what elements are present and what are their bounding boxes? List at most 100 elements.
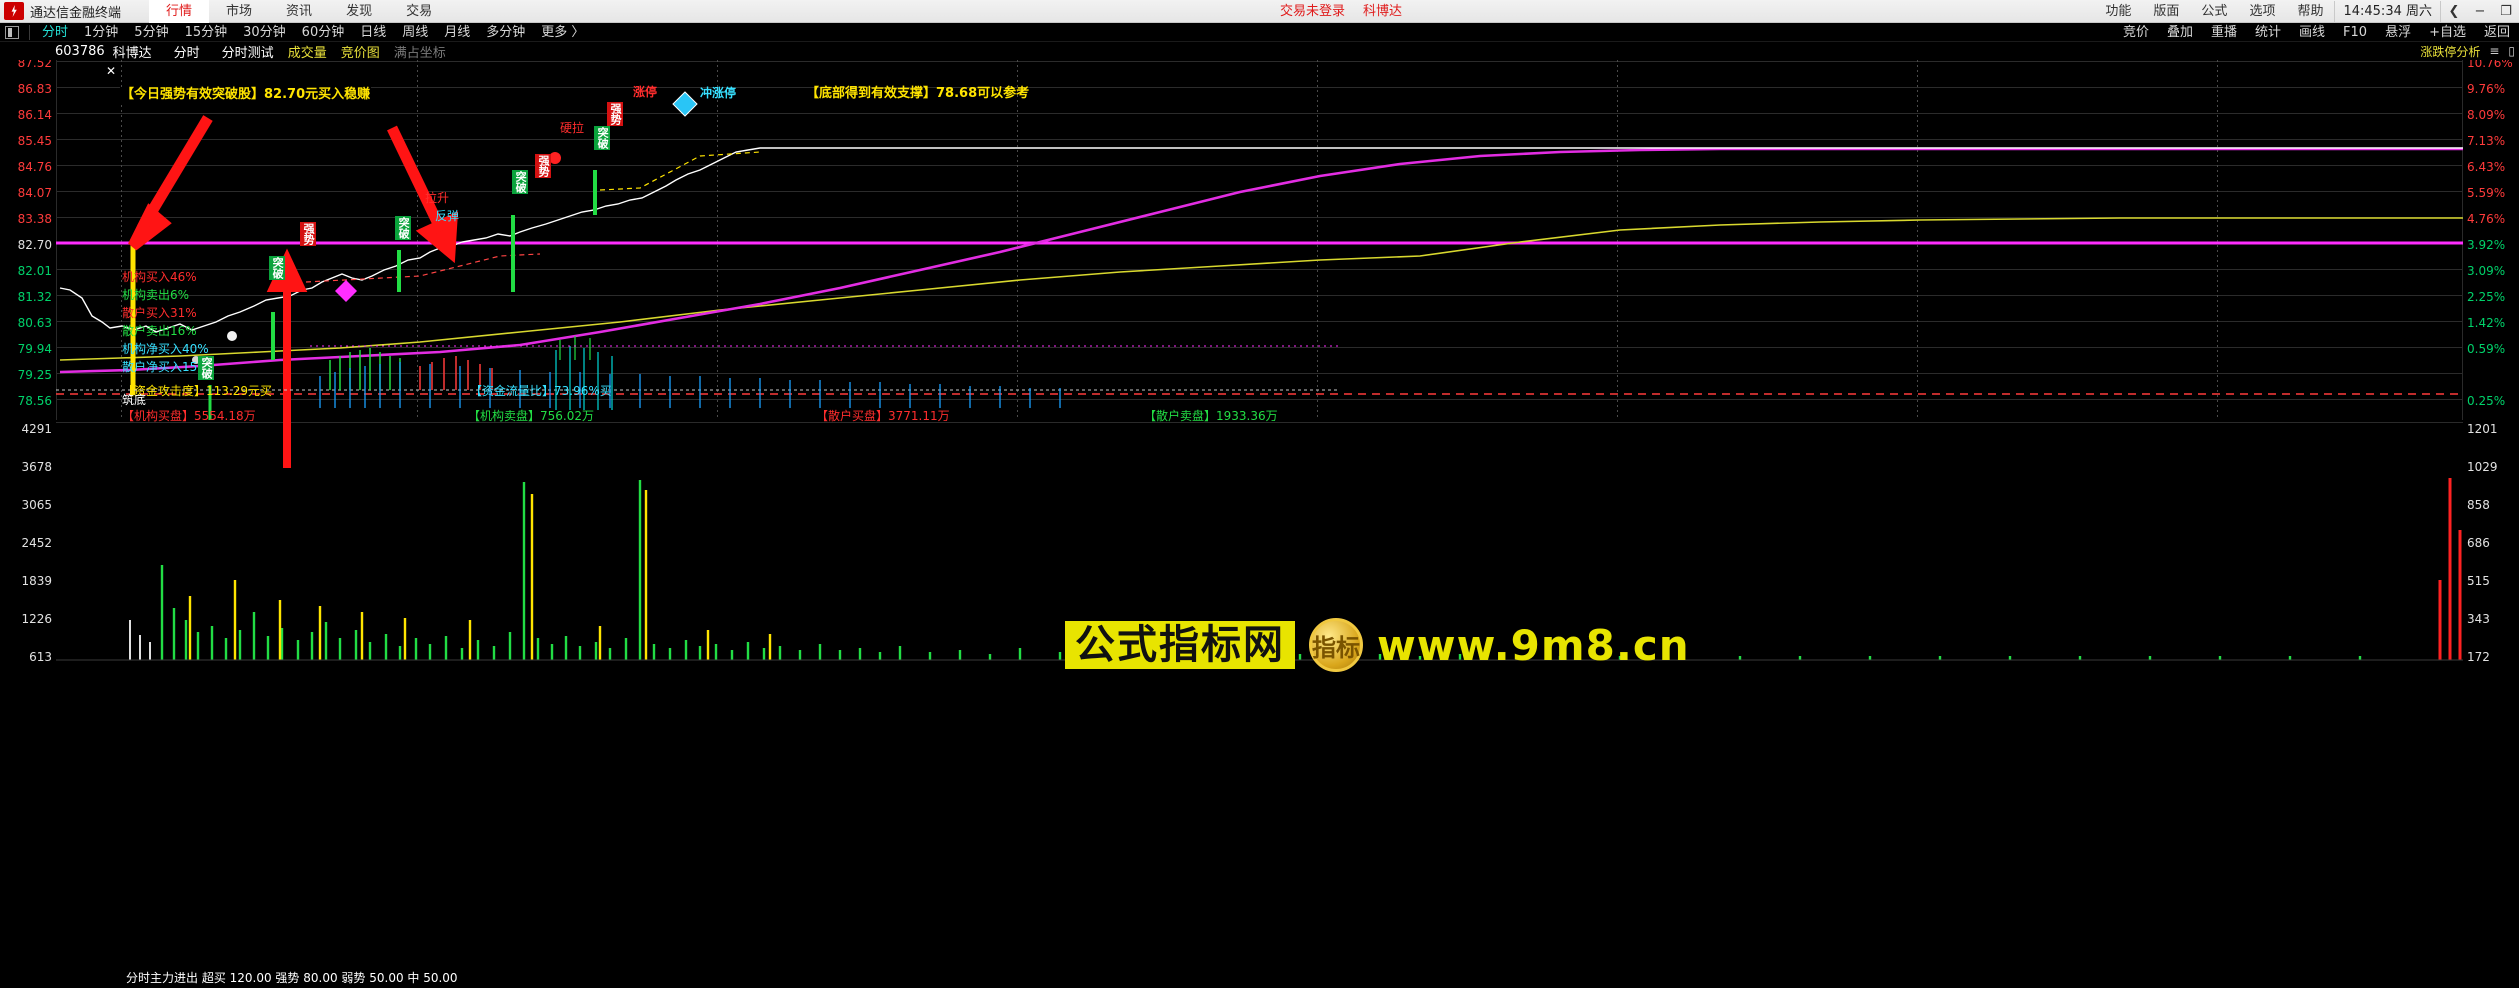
period-daily[interactable]: 日线 [352, 23, 394, 42]
trade-login-status: 交易未登录 [1280, 0, 1345, 23]
volume-axis-left: 4291 3678 3065 2452 1839 1226 613 [0, 422, 56, 988]
stock-name: 科博达 [113, 42, 152, 61]
period-1min[interactable]: 1分钟 [76, 23, 126, 42]
support-annotation: 【底部得到有效支撑】78.68可以参考 [806, 87, 1029, 100]
price-tick: 86.83 [18, 82, 52, 96]
price-tick: 84.07 [18, 186, 52, 200]
percent-tick: 4.76% [2467, 212, 2505, 226]
volume-plot[interactable] [56, 422, 2463, 988]
trading-terminal-window: 通达信金融终端 行情 市场 资讯 发现 交易 交易未登录 科博达 功能 版面 公… [0, 0, 2519, 988]
tool-statistics[interactable]: 统计 [2246, 23, 2290, 42]
menu-item-function[interactable]: 功能 [2094, 0, 2142, 23]
period-fenshi[interactable]: 分时 [34, 23, 76, 42]
price-tick: 79.94 [18, 342, 52, 356]
menu-item-trade[interactable]: 交易 [389, 0, 449, 23]
percent-tick: 7.13% [2467, 134, 2505, 148]
stock-code: 603786 [55, 44, 105, 59]
panel-icon[interactable]: ▯ [2508, 44, 2515, 58]
tool-drawing[interactable]: 画线 [2290, 23, 2334, 42]
tool-overlay[interactable]: 叠加 [2158, 23, 2202, 42]
volume-tick: 686 [2467, 536, 2490, 550]
menu-item-quotes[interactable]: 行情 [149, 0, 209, 23]
period-multi-min[interactable]: 多分钟 [478, 23, 533, 42]
percent-tick: 1.42% [2467, 316, 2505, 330]
volume-tab[interactable]: 成交量 [288, 42, 327, 61]
price-tick: 87.52 [18, 60, 52, 70]
menu-item-options[interactable]: 选项 [2238, 0, 2286, 23]
menu-item-discover[interactable]: 发现 [329, 0, 389, 23]
restore-icon[interactable]: ❐ [2493, 0, 2519, 23]
volume-tick: 515 [2467, 574, 2490, 588]
tool-add-watchlist[interactable]: +自选 [2420, 23, 2475, 42]
power-right-label: 【资金流量比】73.96%买 [470, 385, 612, 397]
period-15min[interactable]: 15分钟 [177, 23, 236, 42]
percent-tick: 3.09% [2467, 264, 2505, 278]
indicator-label[interactable]: 分时测试 [222, 42, 274, 61]
hardpull-tag: 硬拉 [560, 122, 584, 134]
flow-retail-buy: 【散户买盘】3771.11万 [816, 410, 950, 422]
price-tick: 79.25 [18, 368, 52, 382]
tool-f10[interactable]: F10 [2334, 23, 2376, 42]
back-icon[interactable]: ❮ [2441, 0, 2467, 23]
flow-inst-buy: 【机构买盘】5554.18万 [122, 410, 256, 422]
breakout-tag: 突破 [198, 356, 214, 380]
footer-indicator-label: 分时主力进出 超买 120.00 强势 80.00 弱势 50.00 中 50.… [126, 972, 458, 984]
percent-tick: 8.09% [2467, 108, 2505, 122]
tool-back[interactable]: 返回 [2475, 23, 2519, 42]
stock-info-right: 涨跌停分析 ≡ ▯ [2420, 42, 2515, 60]
volume-tick: 3678 [21, 460, 52, 474]
bottom-label: 筑底 [122, 394, 146, 406]
tool-replay[interactable]: 重播 [2202, 23, 2246, 42]
period-more[interactable]: 更多 〉 [533, 23, 592, 42]
price-tick: 81.32 [18, 290, 52, 304]
tool-bidding[interactable]: 竞价 [2114, 23, 2158, 42]
menu-item-news[interactable]: 资讯 [269, 0, 329, 23]
stat-retail-buy: 散户买入31% [122, 307, 197, 319]
price-plot[interactable] [56, 60, 2463, 420]
volume-tick: 4291 [21, 422, 52, 436]
volume-tick: 1029 [2467, 460, 2498, 474]
stat-inst-buy: 机构买入46% [122, 271, 197, 283]
rebound-tag: 反弹 [435, 210, 459, 222]
chart-area[interactable]: 87.52 86.83 86.14 85.45 84.76 84.07 83.3… [0, 60, 2519, 988]
stat-inst-net: 机构净买入40% [122, 343, 209, 355]
menu-item-formula[interactable]: 公式 [2190, 0, 2238, 23]
menu-item-market[interactable]: 市场 [209, 0, 269, 23]
close-tab-icon[interactable]: ✕ [106, 65, 116, 77]
percent-axis-right: 10.76% 9.76% 8.09% 7.13% 6.43% 5.59% 4.7… [2463, 60, 2519, 420]
percent-tick: 9.76% [2467, 82, 2505, 96]
menu-item-layout[interactable]: 版面 [2142, 0, 2190, 23]
period-toolbar-right: 竞价 叠加 重播 统计 画线 F10 悬浮 +自选 返回 [2114, 23, 2519, 42]
period-monthly[interactable]: 月线 [436, 23, 478, 42]
volume-tick: 3065 [21, 498, 52, 512]
headline-annotation: 【今日强势有效突破股】82.70元买入稳赚 [120, 87, 371, 102]
percent-tick: 6.43% [2467, 160, 2505, 174]
breakout-tag: 突破 [269, 256, 285, 280]
percent-tick: 10.76% [2467, 60, 2513, 70]
minimize-icon[interactable]: − [2467, 0, 2493, 23]
coordinate-mode-label[interactable]: 满占坐标 [394, 42, 446, 61]
period-30min[interactable]: 30分钟 [235, 23, 294, 42]
toolbar-divider [29, 25, 30, 40]
price-tick: 78.56 [18, 394, 52, 408]
volume-tick: 613 [29, 650, 52, 664]
tool-float[interactable]: 悬浮 [2376, 23, 2420, 42]
period-60min[interactable]: 60分钟 [294, 23, 353, 42]
breakout-tag: 突破 [594, 126, 610, 150]
menu-icon[interactable]: ≡ [2489, 44, 2499, 58]
panel-toggle-icon[interactable] [5, 26, 19, 39]
bidding-chart-tab[interactable]: 竞价图 [341, 42, 380, 61]
price-tick-base: 82.70 [18, 238, 52, 252]
chart-mode-label[interactable]: 分时 [174, 42, 200, 61]
menu-item-help[interactable]: 帮助 [2286, 0, 2334, 23]
watermark-text: 公式指标网 [1065, 621, 1295, 669]
rush-tag: 拉升 [425, 192, 449, 204]
app-title: 通达信金融终端 [30, 2, 121, 21]
breakout-tag: 突破 [512, 170, 528, 194]
volume-tick: 1226 [21, 612, 52, 626]
period-5min[interactable]: 5分钟 [126, 23, 176, 42]
limit-analysis-label[interactable]: 涨跌停分析 [2420, 43, 2480, 60]
current-stock-status: 科博达 [1363, 0, 1402, 23]
period-weekly[interactable]: 周线 [394, 23, 436, 42]
volume-tick: 1201 [2467, 422, 2498, 436]
